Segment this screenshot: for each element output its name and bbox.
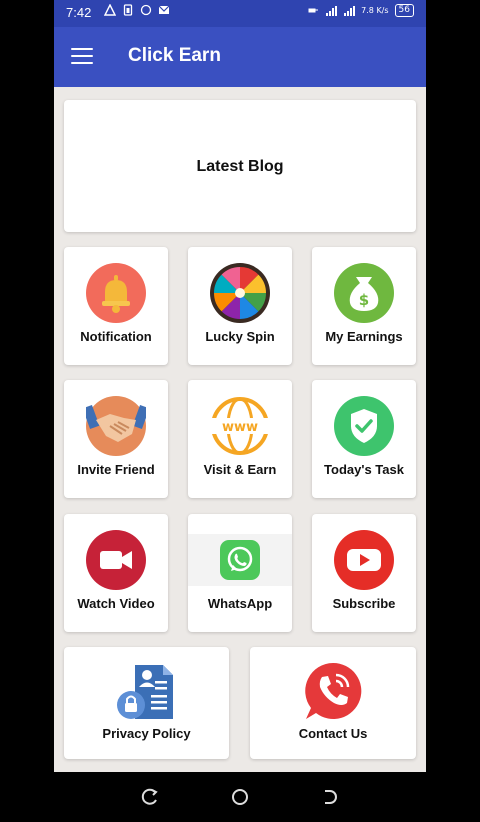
back-icon[interactable] bbox=[320, 788, 338, 806]
latest-blog-title: Latest Blog bbox=[196, 158, 284, 175]
recent-apps-icon[interactable] bbox=[141, 788, 159, 806]
www-globe-icon: www bbox=[210, 397, 270, 455]
watch-video-label: Watch Video bbox=[77, 596, 155, 611]
network-speed: 7.8 K/s bbox=[361, 5, 389, 15]
visit-earn-label: Visit & Earn bbox=[203, 462, 277, 477]
app-title: Click Earn bbox=[128, 45, 221, 66]
watch-video-tile[interactable]: Watch Video bbox=[64, 514, 168, 632]
signal-icon bbox=[326, 5, 338, 16]
whatsapp-tile[interactable]: WhatsApp bbox=[188, 514, 292, 632]
privacy-policy-tile[interactable]: Privacy Policy bbox=[64, 647, 229, 759]
status-system-icons: 7.8 K/s 56 bbox=[307, 4, 414, 17]
latest-blog-card[interactable]: Latest Blog bbox=[64, 100, 416, 232]
home-icon[interactable] bbox=[231, 788, 249, 806]
bell-icon bbox=[86, 263, 146, 323]
contact-us-tile[interactable]: Contact Us bbox=[250, 647, 416, 759]
hamburger-menu-icon[interactable] bbox=[71, 48, 93, 66]
whatsapp-label: WhatsApp bbox=[207, 596, 273, 611]
todays-task-tile[interactable]: Today's Task bbox=[312, 380, 416, 498]
notification-label: Notification bbox=[80, 329, 152, 344]
warning-icon bbox=[104, 4, 116, 16]
battery-saver-icon bbox=[123, 4, 133, 16]
mail-icon bbox=[158, 5, 170, 14]
signal-2-icon bbox=[344, 5, 356, 16]
status-notification-icons bbox=[104, 4, 170, 16]
my-earnings-label: My Earnings bbox=[325, 329, 403, 344]
app-screen: 7:42 7.8 K/s 56 Click Earn Latest Blog N… bbox=[54, 0, 426, 772]
status-bar: 7:42 7.8 K/s 56 bbox=[54, 0, 426, 27]
subscribe-tile[interactable]: Subscribe bbox=[312, 514, 416, 632]
notification-tile[interactable]: Notification bbox=[64, 247, 168, 365]
status-time: 7:42 bbox=[66, 5, 92, 20]
visit-earn-tile[interactable]: www Visit & Earn bbox=[188, 380, 292, 498]
whatsapp-icon bbox=[220, 540, 260, 580]
app-bar: Click Earn bbox=[54, 27, 426, 87]
handshake-icon bbox=[86, 396, 146, 456]
privacy-document-icon bbox=[117, 665, 173, 719]
invite-friend-label: Invite Friend bbox=[77, 462, 155, 477]
spin-wheel-icon bbox=[210, 263, 270, 323]
privacy-policy-label: Privacy Policy bbox=[102, 726, 191, 741]
subscribe-label: Subscribe bbox=[332, 596, 396, 611]
my-earnings-tile[interactable]: $ My Earnings bbox=[312, 247, 416, 365]
phone-call-icon bbox=[305, 662, 362, 719]
shield-check-icon bbox=[334, 396, 394, 456]
svg-text:www: www bbox=[222, 420, 258, 435]
video-camera-icon bbox=[86, 530, 146, 590]
battery-indicator: 56 bbox=[394, 4, 414, 17]
svg-text:$: $ bbox=[359, 291, 369, 309]
data-toggle-icon bbox=[308, 8, 319, 12]
lucky-spin-tile[interactable]: Lucky Spin bbox=[188, 247, 292, 365]
circle-icon bbox=[140, 4, 152, 16]
invite-friend-tile[interactable]: Invite Friend bbox=[64, 380, 168, 498]
youtube-icon bbox=[334, 530, 394, 590]
system-nav-bar bbox=[0, 772, 480, 822]
todays-task-label: Today's Task bbox=[324, 462, 404, 477]
lucky-spin-label: Lucky Spin bbox=[205, 329, 275, 344]
contact-us-label: Contact Us bbox=[298, 726, 368, 741]
money-bag-icon: $ bbox=[334, 263, 394, 323]
